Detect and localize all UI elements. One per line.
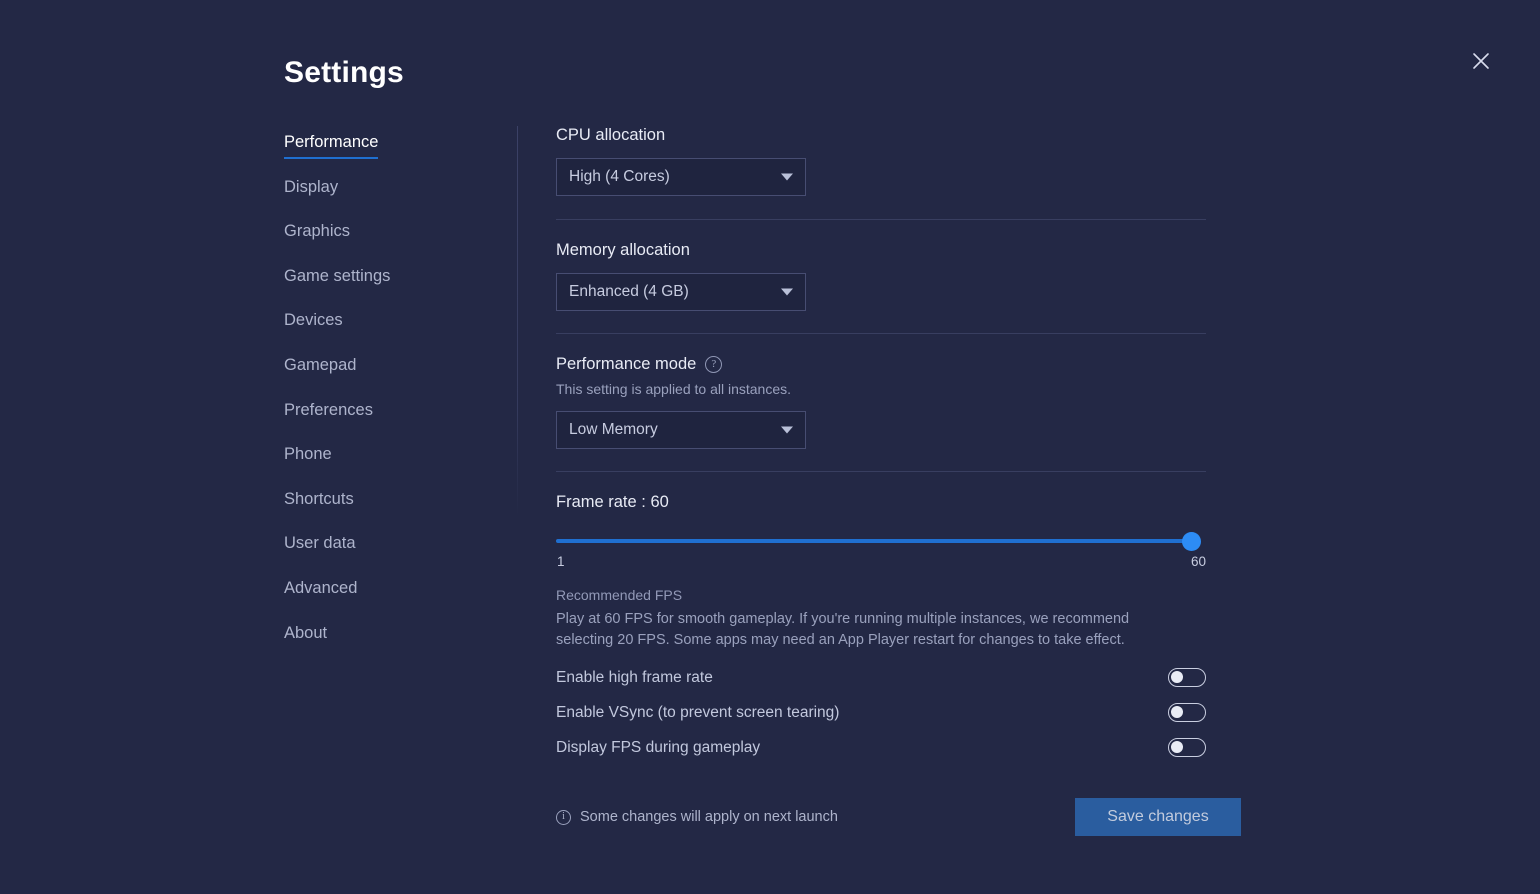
sidebar-item-game-settings[interactable]: Game settings xyxy=(284,265,390,287)
performance-mode-label-text: Performance mode xyxy=(556,355,697,373)
sidebar-item-preferences[interactable]: Preferences xyxy=(284,399,373,421)
close-icon[interactable] xyxy=(1466,46,1496,76)
toggle-display-fps[interactable] xyxy=(1168,738,1206,757)
sidebar-item-devices[interactable]: Devices xyxy=(284,309,343,331)
sidebar-divider xyxy=(517,126,518,516)
toggle-row-display-fps: Display FPS during gameplay xyxy=(556,730,1206,765)
page-title: Settings xyxy=(284,56,404,89)
footer-note: i Some changes will apply on next launch xyxy=(556,809,838,825)
sidebar-item-user-data[interactable]: User data xyxy=(284,532,356,554)
performance-mode-section: Performance mode? This setting is applie… xyxy=(556,353,1206,449)
frame-rate-ticks: 1 60 xyxy=(556,554,1206,574)
memory-allocation-label: Memory allocation xyxy=(556,241,690,259)
settings-window: Settings Performance Display Graphics Ga… xyxy=(0,0,1540,894)
performance-mode-select[interactable]: Low Memory xyxy=(556,411,806,449)
cpu-allocation-value: High (4 Cores) xyxy=(569,168,670,185)
cpu-allocation-label: CPU allocation xyxy=(556,126,666,144)
footer: i Some changes will apply on next launch… xyxy=(556,798,1241,836)
toggle-high-frame-rate[interactable] xyxy=(1168,668,1206,687)
sidebar-item-advanced[interactable]: Advanced xyxy=(284,577,357,599)
chevron-down-icon xyxy=(781,173,793,181)
cpu-allocation-select[interactable]: High (4 Cores) xyxy=(556,158,806,196)
recommended-fps-title: Recommended FPS xyxy=(556,587,683,603)
frame-rate-slider[interactable] xyxy=(556,528,1206,554)
memory-allocation-value: Enhanced (4 GB) xyxy=(569,283,689,300)
sidebar-item-gamepad[interactable]: Gamepad xyxy=(284,354,356,376)
toggle-row-high-frame-rate: Enable high frame rate xyxy=(556,660,1206,695)
sidebar-item-phone[interactable]: Phone xyxy=(284,443,332,465)
toggle-knob xyxy=(1171,706,1183,718)
frame-rate-max-label: 60 xyxy=(1190,554,1206,569)
recommended-fps-body: Play at 60 FPS for smooth gameplay. If y… xyxy=(556,611,1130,648)
sidebar-item-about[interactable]: About xyxy=(284,622,327,644)
frame-rate-min-label: 1 xyxy=(557,554,565,569)
toggle-label-vsync: Enable VSync (to prevent screen tearing) xyxy=(556,703,840,721)
save-changes-button[interactable]: Save changes xyxy=(1075,798,1241,836)
toggle-row-vsync: Enable VSync (to prevent screen tearing) xyxy=(556,695,1206,730)
memory-allocation-select[interactable]: Enhanced (4 GB) xyxy=(556,273,806,311)
frame-rate-section: Frame rate : 60 1 60 Recommended FPS Pla… xyxy=(556,493,1206,651)
performance-mode-value: Low Memory xyxy=(569,421,658,438)
memory-allocation-section: Memory allocation Enhanced (4 GB) xyxy=(556,239,1206,311)
toggle-vsync[interactable] xyxy=(1168,703,1206,722)
cpu-allocation-section: CPU allocation High (4 Cores) xyxy=(556,124,1206,196)
frame-rate-slider-thumb[interactable] xyxy=(1182,532,1201,551)
settings-content: CPU allocation High (4 Cores) Memory all… xyxy=(556,124,1206,765)
sidebar-item-display[interactable]: Display xyxy=(284,176,338,198)
toggle-knob xyxy=(1171,671,1183,683)
chevron-down-icon xyxy=(781,288,793,296)
help-icon[interactable]: ? xyxy=(705,356,723,373)
toggle-knob xyxy=(1171,741,1183,753)
chevron-down-icon xyxy=(781,426,793,434)
footer-note-text: Some changes will apply on next launch xyxy=(580,809,838,825)
performance-mode-description: This setting is applied to all instances… xyxy=(556,381,792,397)
info-icon: i xyxy=(556,809,571,825)
sidebar-item-graphics[interactable]: Graphics xyxy=(284,220,350,242)
toggle-label-display-fps: Display FPS during gameplay xyxy=(556,738,761,756)
sidebar: Performance Display Graphics Game settin… xyxy=(284,131,484,666)
frame-rate-slider-track xyxy=(556,539,1196,543)
toggle-label-high-frame-rate: Enable high frame rate xyxy=(556,668,713,686)
sidebar-item-shortcuts[interactable]: Shortcuts xyxy=(284,488,354,510)
frame-rate-title: Frame rate : 60 xyxy=(556,493,669,511)
sidebar-item-performance[interactable]: Performance xyxy=(284,131,379,159)
performance-mode-label: Performance mode? xyxy=(556,353,1206,375)
